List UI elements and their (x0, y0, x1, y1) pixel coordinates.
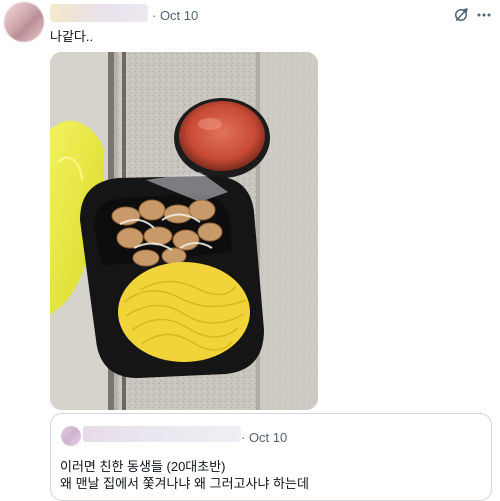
redacted-username[interactable] (50, 4, 148, 22)
refresh-icon[interactable] (452, 6, 470, 24)
quoted-redacted-username[interactable] (83, 426, 241, 442)
takeout-food-photo-illustration (50, 52, 318, 410)
quoted-text-line-2: 왜 맨날 집에서 쫓겨나냐 왜 그러고사냐 하는데 (60, 476, 309, 491)
quoted-timestamp: · Oct 10 (241, 430, 288, 445)
post-text: 나같다.. (50, 29, 94, 44)
avatar[interactable] (4, 2, 44, 42)
more-icon[interactable] (474, 5, 494, 25)
post-photo[interactable] (50, 52, 318, 410)
quoted-avatar[interactable] (61, 426, 81, 446)
quoted-post[interactable]: · Oct 10 이러면 친한 동생들 (20대초반) 왜 맨날 집에서 쫓겨나… (50, 413, 492, 501)
post-timestamp[interactable]: · Oct 10 (152, 8, 198, 23)
